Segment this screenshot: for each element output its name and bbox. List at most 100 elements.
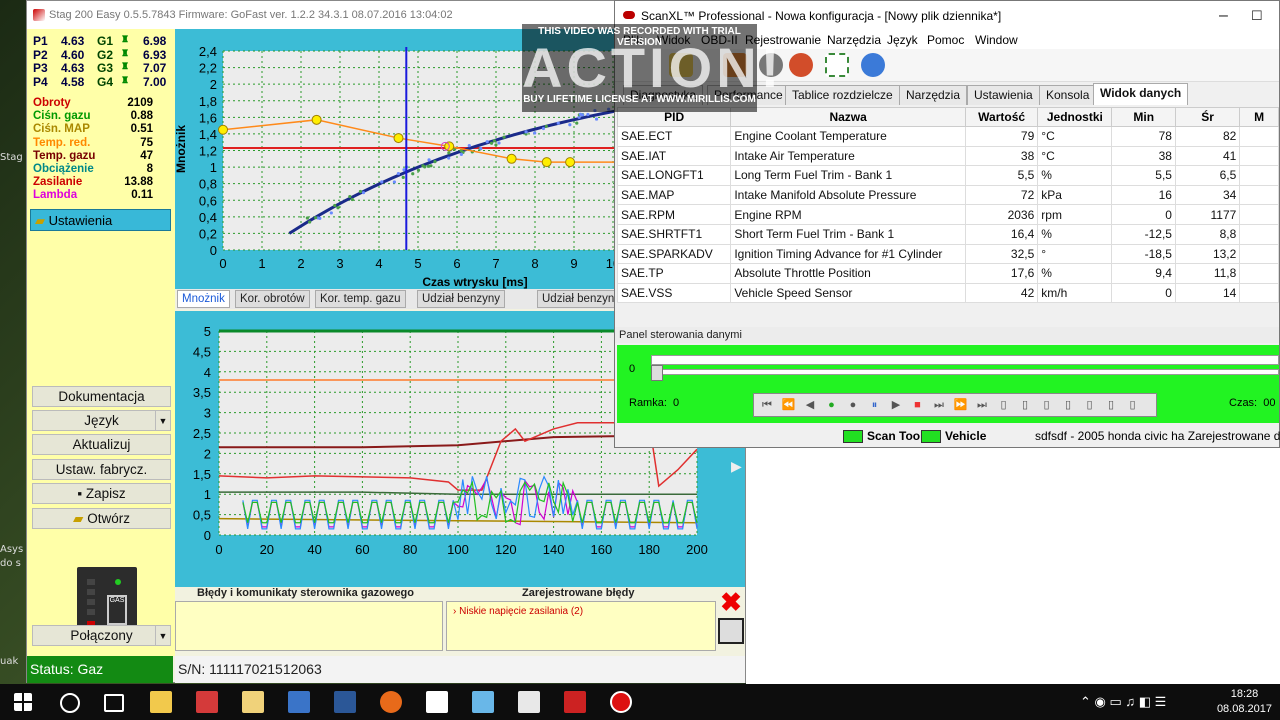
dropdown-arrow-icon[interactable]: ▼ (155, 626, 170, 645)
language-button[interactable]: Język ▼ (32, 410, 171, 431)
open-icon[interactable]: ▯ (1018, 398, 1032, 412)
column-header[interactable]: Śr (1175, 108, 1239, 127)
minimize-icon[interactable]: – (1219, 1, 1228, 31)
update-button[interactable]: Aktualizuj (32, 434, 171, 455)
first-icon[interactable]: ⏮ (760, 398, 774, 412)
desktop-label[interactable]: Stag (0, 152, 23, 163)
next-icon[interactable]: ⏭ (932, 398, 946, 412)
recorder-icon[interactable] (610, 691, 632, 713)
chart-tab[interactable]: Udział benzyny (417, 290, 505, 308)
down-icon[interactable]: ▯ (1104, 398, 1118, 412)
menu-item[interactable]: Narzędzia (827, 33, 881, 47)
expand-arrow-icon[interactable]: ▶ (731, 458, 742, 474)
clear-errors-icon[interactable]: ✖ (718, 589, 744, 615)
chart-tab[interactable]: Kor. temp. gazu (315, 290, 406, 308)
search-icon[interactable] (60, 693, 80, 713)
app-icon-red[interactable] (196, 691, 218, 713)
info-icon[interactable] (861, 53, 885, 77)
stag-taskbar-icon[interactable] (518, 691, 540, 713)
rewind-icon[interactable]: ⏪ (782, 398, 796, 412)
desktop-label[interactable]: Asys (0, 544, 23, 555)
column-header[interactable]: Jednostki (1038, 108, 1112, 127)
app-icon-cyan[interactable] (472, 691, 494, 713)
back-icon[interactable]: ◀ (803, 398, 817, 412)
table-row[interactable]: SAE.TP Absolute Throttle Position 17,6% 9,4… (618, 264, 1279, 284)
dropdown-arrow-icon[interactable]: ▼ (155, 411, 170, 430)
table-row[interactable]: SAE.IAT Intake Air Temperature 38 °C 38 41 (618, 146, 1279, 166)
app-icon-blue[interactable] (288, 691, 310, 713)
table-cell: 14 (1175, 283, 1239, 303)
errors-list[interactable] (175, 601, 443, 651)
table-row[interactable]: SAE.ECT Engine Coolant Temperature 79 °C 78 8… (618, 127, 1279, 147)
slider-thumb[interactable] (651, 365, 663, 381)
clock[interactable]: 18:28 08.08.2017 (1217, 687, 1272, 717)
column-header[interactable]: Wartość (965, 108, 1037, 127)
sample-point (330, 211, 333, 214)
connection-select[interactable]: Połączony ▼ (32, 625, 171, 646)
table-row[interactable]: SAE.RPM Engine RPM 2036 rpm 0 1177 (618, 205, 1279, 225)
position-slider-bar[interactable] (651, 369, 1279, 375)
factory-settings-button[interactable]: Ustaw. fabrycz. (32, 459, 171, 480)
menu-item[interactable]: Pomoc (927, 33, 964, 47)
scanxl-taskbar-icon[interactable] (564, 691, 586, 713)
desktop-label[interactable]: uak (0, 656, 18, 667)
column-header[interactable]: Nazwa (731, 108, 966, 127)
status-row: Scan Tool Vehicle sdfsdf - 2005 honda ci… (615, 425, 1279, 447)
table-cell (1240, 224, 1279, 244)
stop-button[interactable] (718, 618, 744, 644)
record-icon[interactable]: ● (825, 398, 839, 412)
settings-item[interactable]: ▰ Ustawienia (30, 209, 171, 231)
firefox-icon[interactable] (380, 691, 402, 713)
orange-point (566, 158, 575, 167)
scanxl-tab[interactable]: Widok danych (1093, 83, 1188, 105)
table-row[interactable]: SAE.VSS Vehicle Speed Sensor 42 km/h 0 14 (618, 283, 1279, 303)
file-explorer-icon[interactable] (150, 691, 172, 713)
disconnect-icon[interactable] (789, 53, 813, 77)
word-icon[interactable] (334, 691, 356, 713)
play-icon[interactable]: ▶ (889, 398, 903, 412)
scanxl-tab[interactable]: Narzędzia (899, 85, 967, 105)
windows-start-icon[interactable] (14, 693, 32, 711)
table-row[interactable]: SAE.MAP Intake Manifold Absolute Pressure… (618, 185, 1279, 205)
grid-icon[interactable]: ▯ (1126, 398, 1140, 412)
forward-icon[interactable]: ⏩ (954, 398, 968, 412)
x-tick-label: 2 (297, 256, 304, 271)
scanxl-tab[interactable]: Tablice rozdzielcze (785, 85, 900, 105)
last-icon[interactable]: ⏭ (975, 398, 989, 412)
chart-tab[interactable]: Mnożnik (177, 290, 230, 308)
open-button[interactable]: ▰ Otwórz (32, 508, 171, 529)
stop-dot-icon[interactable]: ● (846, 398, 860, 412)
status-bar: Status: Gaz (27, 656, 173, 683)
table-row[interactable]: SAE.SPARKADV Ignition Timing Advance for … (618, 244, 1279, 264)
stop-icon[interactable]: ■ (911, 398, 925, 412)
table-row[interactable]: SAE.LONGFT1 Long Term Fuel Trim - Bank 15… (618, 166, 1279, 186)
column-header[interactable]: M (1240, 108, 1279, 127)
save-icon[interactable]: ▯ (1040, 398, 1054, 412)
registered-error-item[interactable]: Niskie napięcie zasilania (2) (459, 606, 583, 617)
photos-icon[interactable] (426, 691, 448, 713)
folder-icon: ▰ (35, 213, 45, 228)
scanxl-tab[interactable]: Ustawienia (967, 85, 1040, 105)
registered-errors-list[interactable]: › Niskie napięcie zasilania (2) (446, 601, 716, 651)
menu-item[interactable]: Język (887, 33, 918, 47)
menu-item[interactable]: Window (975, 33, 1018, 47)
new-icon[interactable]: ▯ (997, 398, 1011, 412)
orange-point (394, 134, 403, 143)
table-row[interactable]: SAE.SHRTFT1 Short Term Fuel Trim - Bank 1… (618, 224, 1279, 244)
maximize-icon[interactable]: ☐ (1251, 1, 1263, 31)
up-icon[interactable]: ▯ (1083, 398, 1097, 412)
position-slider-track[interactable] (651, 355, 1279, 365)
tool-icon[interactable]: ▯ (1061, 398, 1075, 412)
desktop-label[interactable]: do s (0, 558, 21, 569)
task-view-icon[interactable] (104, 694, 124, 712)
pause-icon[interactable]: ⏸ (868, 398, 882, 412)
documentation-button[interactable]: Dokumentacja (32, 386, 171, 407)
expand-icon[interactable]: › (453, 606, 456, 617)
tray-icons[interactable]: ⌃ ◉ ▭ ♫ ◧ ☰ (1080, 694, 1166, 710)
chart-tab[interactable]: Kor. obrotów (235, 290, 310, 308)
scanxl-tab[interactable]: Konsola (1039, 85, 1096, 105)
save-button[interactable]: ▪ Zapisz (32, 483, 171, 504)
layout-icon[interactable] (825, 53, 849, 77)
column-header[interactable]: Min (1112, 108, 1176, 127)
notes-icon[interactable] (242, 691, 264, 713)
